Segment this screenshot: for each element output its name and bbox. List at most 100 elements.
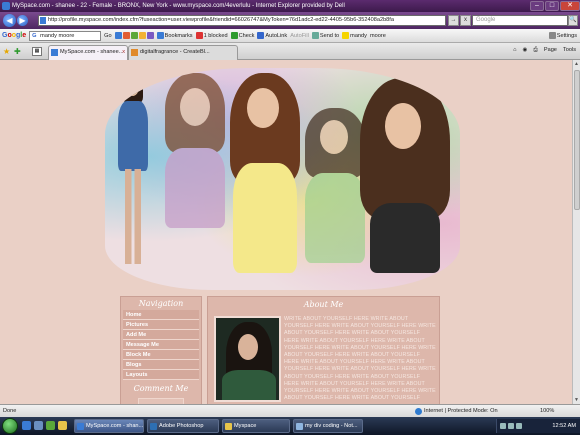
window-title: MySpace.com - shanee - 22 - Female - BRO… — [12, 3, 345, 9]
favorites-star-icon[interactable]: ★ — [3, 47, 10, 56]
about-text: WRITE ABOUT YOURSELF HERE WRITE ABOUT YO… — [284, 316, 436, 402]
nav-link-block-me[interactable]: Block Me — [123, 350, 199, 360]
status-bar: Done Internet | Protected Mode: On 100% — [0, 404, 580, 417]
volume-icon — [508, 423, 514, 429]
collage-figure — [113, 73, 153, 273]
home-icon[interactable]: ⌂ — [513, 47, 516, 54]
page-icon — [131, 49, 138, 56]
page-content: Navigation Home Pictures Add Me Message … — [0, 60, 572, 404]
google-go-button[interactable]: Go — [104, 33, 111, 39]
notepad-icon — [296, 423, 303, 430]
autolink-button[interactable]: AutoLink — [257, 32, 287, 39]
print-icon[interactable]: ⎙ — [533, 47, 537, 54]
banner-collage-image — [105, 68, 460, 290]
taskbar-item-notepad[interactable]: my div coding - Not... — [293, 419, 363, 433]
bookmark-icon — [156, 32, 164, 39]
toolbar-icons[interactable] — [114, 32, 154, 39]
page-icon — [40, 17, 46, 24]
gmail-icon[interactable] — [146, 32, 154, 39]
autofill-button[interactable]: AutoFill — [290, 33, 309, 39]
photoshop-icon — [150, 423, 157, 430]
taskbar-item-folder[interactable]: Myspace — [222, 419, 290, 433]
show-desktop-icon[interactable] — [34, 421, 43, 430]
security-icon — [516, 423, 522, 429]
about-title: About Me — [303, 300, 344, 309]
title-bar: MySpace.com - shanee - 22 - Female - BRO… — [0, 0, 580, 12]
forward-button[interactable]: ▶ — [17, 15, 28, 26]
maximize-button[interactable]: □ — [545, 1, 559, 11]
taskbar-item-photoshop[interactable]: Adobe Photoshop — [147, 419, 219, 433]
nav-link-layouts[interactable]: Layouts — [123, 370, 199, 380]
add-favorite-icon[interactable]: ✚ — [14, 47, 21, 56]
about-panel: About Me WRITE ABOUT YOURSELF HERE WRITE… — [207, 296, 440, 404]
window-controls: – □ ✕ — [529, 0, 580, 12]
wrench-icon — [548, 32, 556, 39]
search-button[interactable]: 🔍 — [568, 15, 578, 26]
tab-myspace[interactable]: MySpace.com - shanee... x — [48, 45, 128, 60]
globe-icon — [415, 408, 422, 415]
system-tray: 12:52 AM — [496, 419, 580, 433]
taskbar-item-myspace[interactable]: MySpace.com - shan... — [74, 419, 144, 433]
address-row: ◀ ▶ http://profile.myspace.com/index.cfm… — [0, 12, 580, 29]
address-bar[interactable]: http://profile.myspace.com/index.cfm?fus… — [38, 15, 446, 26]
highlight-term-moore[interactable]: moore — [370, 33, 386, 39]
folder-icon[interactable] — [58, 421, 67, 430]
nav-link-home[interactable]: Home — [123, 310, 199, 320]
go-button[interactable]: → — [448, 15, 459, 26]
search-input[interactable]: Google — [472, 15, 568, 26]
switch-windows-icon[interactable] — [46, 421, 55, 430]
highlight-term-mandy[interactable]: mandy — [342, 32, 367, 39]
profile-photo — [214, 316, 281, 402]
back-button[interactable]: ◀ — [3, 14, 16, 27]
start-button[interactable] — [2, 418, 18, 434]
collage-figure — [225, 68, 305, 283]
popup-blocked-button[interactable]: 1 blocked — [195, 32, 228, 39]
tray-icons[interactable] — [500, 423, 522, 429]
nav-link-add-me[interactable]: Add Me — [123, 330, 199, 340]
close-button[interactable]: ✕ — [560, 1, 580, 11]
scroll-down-arrow[interactable]: ▼ — [573, 396, 580, 404]
network-icon — [500, 423, 506, 429]
quick-tabs-button[interactable]: ▦ — [32, 47, 42, 56]
vertical-scrollbar[interactable]: ▲ ▼ — [572, 60, 580, 404]
maps-icon[interactable] — [130, 32, 138, 39]
tab-digitalfragrance[interactable]: digitalfragrance - CreateBl... — [128, 45, 238, 60]
star-icon[interactable] — [138, 32, 146, 39]
google-logo: Google — [2, 32, 27, 39]
zoom-level[interactable]: 100% — [540, 405, 554, 417]
collage-figure — [355, 73, 455, 283]
navigation-panel: Navigation Home Pictures Add Me Message … — [120, 296, 202, 404]
status-text: Done — [3, 408, 17, 414]
page-menu[interactable]: Page — [544, 47, 557, 54]
tools-menu[interactable]: Tools — [563, 47, 576, 54]
ie-icon — [2, 2, 10, 10]
security-zone[interactable]: Internet | Protected Mode: On — [415, 405, 498, 417]
ie-quicklaunch-icon[interactable] — [22, 421, 31, 430]
stop-button[interactable]: x — [460, 15, 471, 26]
nav-link-message-me[interactable]: Message Me — [123, 340, 199, 350]
news-icon[interactable] — [114, 32, 122, 39]
clock[interactable]: 12:52 AM — [552, 419, 576, 433]
google-search-input[interactable]: mandy moore — [29, 30, 102, 41]
tab-row: ★ ✚ ▦ MySpace.com - shanee... x digitalf… — [0, 43, 580, 60]
settings-button[interactable]: Settings — [548, 32, 580, 39]
scroll-up-arrow[interactable]: ▲ — [573, 60, 580, 68]
taskbar: MySpace.com - shan... Adobe Photoshop My… — [0, 417, 580, 435]
sendto-button[interactable]: Send to — [311, 32, 339, 39]
minimize-button[interactable]: – — [530, 1, 544, 11]
close-tab-button[interactable]: x — [122, 46, 125, 59]
popup-blocker-icon — [195, 32, 203, 39]
feeds-icon[interactable]: ◉ — [522, 47, 527, 54]
url-text: http://profile.myspace.com/index.cfm?fus… — [48, 17, 394, 23]
nav-link-pictures[interactable]: Pictures — [123, 320, 199, 330]
bookmarks-button[interactable]: Bookmarks — [156, 32, 193, 39]
google-toolbar: Google mandy moore Go Bookmarks 1 blocke… — [0, 29, 580, 43]
pagerank-icon[interactable] — [122, 32, 130, 39]
nav-link-blogs[interactable]: Blogs — [123, 360, 199, 370]
browser-window: MySpace.com - shanee - 22 - Female - BRO… — [0, 0, 580, 435]
check-icon — [230, 32, 238, 39]
navigation-title: Navigation — [138, 299, 184, 308]
ie-icon — [77, 423, 84, 430]
scroll-thumb[interactable] — [574, 70, 580, 210]
spellcheck-button[interactable]: Check — [230, 32, 254, 39]
